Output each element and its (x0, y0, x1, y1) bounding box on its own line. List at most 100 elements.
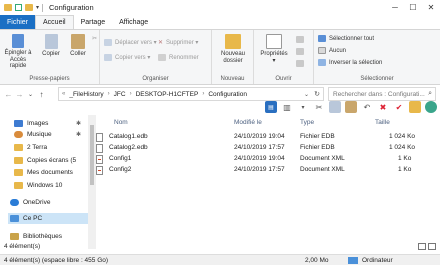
nav-item-musique[interactable]: Musique ✱ (14, 129, 81, 140)
nav-item-mes-documents[interactable]: Mes documents (14, 167, 73, 178)
checkmark-icon[interactable]: ✔ (393, 101, 405, 113)
breadcrumb-item[interactable]: _FileHistory (69, 91, 103, 98)
details-view-icon[interactable] (418, 243, 426, 250)
pin-icon[interactable]: ✱ (76, 120, 81, 127)
cut-icon[interactable]: ✂ (313, 101, 325, 113)
copy-to-icon (104, 54, 112, 61)
file-name: Config1 (109, 155, 132, 162)
group-label-nouveau: Nouveau (220, 76, 245, 82)
file-modified: 24/10/2019 19:04 (234, 133, 285, 140)
details-view-icon[interactable]: ▤ (265, 101, 277, 113)
table-row[interactable]: Config1 24/10/2019 19:04 Document XML 1 … (96, 153, 440, 164)
delete-icon[interactable]: ✖ (377, 101, 389, 113)
maximize-icon[interactable]: ☐ (404, 0, 422, 15)
window-title: Configuration (49, 3, 94, 12)
nav-label: Images (27, 120, 49, 127)
group-selectionner: Sélectionner tout Aucun Inverser la séle… (314, 30, 440, 84)
window-controls: ─ ☐ ✕ (386, 0, 440, 15)
select-all-icon (318, 35, 326, 42)
status-bar: 4 élément(s) (espace libre : 455 Go) 2,0… (0, 254, 440, 265)
tab-partage[interactable]: Partage (74, 15, 113, 29)
scrollbar-thumb[interactable] (90, 125, 94, 185)
properties-quick-icon[interactable] (15, 4, 22, 11)
pin-icon (12, 34, 24, 48)
recent-chevron-icon[interactable]: ⌄ (25, 91, 36, 98)
invert-selection-button[interactable]: Inverser la sélection (318, 59, 382, 66)
rename-button[interactable]: Renommer (158, 54, 199, 61)
large-icons-view-icon[interactable] (428, 243, 436, 250)
breadcrumb-separator-icon: › (129, 91, 132, 97)
select-none-label: Aucun (329, 47, 347, 54)
preview-pane-icon[interactable]: ▥ (281, 101, 293, 113)
file-name: Config2 (109, 166, 132, 173)
forward-icon[interactable]: → (14, 90, 25, 99)
column-header-type[interactable]: Type (300, 116, 314, 128)
open-icon[interactable] (296, 36, 304, 43)
move-to-button[interactable]: Déplacer vers ▾ (104, 39, 157, 46)
rename-label: Renommer (169, 54, 199, 61)
close-icon[interactable]: ✕ (422, 0, 440, 15)
chevron-down-icon[interactable]: ▾ (36, 4, 39, 11)
paste-icon[interactable] (345, 101, 357, 113)
overflow-chevron-icon[interactable]: « (62, 91, 65, 97)
properties-button[interactable]: Propriétés ▾ (258, 34, 290, 64)
status-location: Ordinateur (362, 257, 393, 264)
cut-icon[interactable]: ✂ (92, 35, 97, 42)
tab-accueil[interactable]: Accueil (35, 15, 74, 29)
table-row[interactable]: Catalog1.edb 24/10/2019 19:04 Fichier ED… (96, 131, 440, 142)
new-folder-button[interactable]: Nouveau dossier (216, 34, 250, 64)
new-folder-quick-icon[interactable] (25, 4, 33, 11)
up-icon[interactable]: ↑ (36, 90, 47, 99)
file-modified: 24/10/2019 17:57 (234, 144, 285, 151)
column-header-size[interactable]: Taille (375, 116, 390, 128)
chevron-down-icon[interactable]: ▾ (297, 101, 309, 113)
column-header-modified[interactable]: Modifié le (234, 116, 262, 128)
new-folder-icon[interactable] (409, 101, 421, 113)
nav-item-images[interactable]: Images ✱ (14, 118, 81, 129)
paste-label: Coller (70, 51, 86, 57)
file-icon (96, 144, 103, 153)
new-folder-label: Nouveau dossier (220, 51, 246, 64)
tab-affichage[interactable]: Affichage (112, 15, 155, 29)
minimize-icon[interactable]: ─ (386, 0, 404, 15)
nav-label: Ce PC (23, 215, 43, 222)
tab-fichier[interactable]: Fichier (0, 15, 36, 29)
address-dropdown-icon[interactable]: ⌄ (304, 91, 309, 98)
file-type: Document XML (300, 155, 345, 162)
table-row[interactable]: Config2 24/10/2019 17:57 Document XML 1 … (96, 164, 440, 175)
nav-item-bibliotheques[interactable]: Bibliothèques (10, 231, 62, 242)
pin-icon[interactable]: ✱ (76, 131, 81, 138)
breadcrumb-item[interactable]: DESKTOP-H1CFTEP (136, 91, 199, 98)
history-icon[interactable] (296, 60, 304, 67)
back-icon[interactable]: ← (3, 90, 14, 99)
search-icon[interactable]: ⌕ (428, 90, 432, 98)
nav-item-windows-10[interactable]: Windows 10 (14, 180, 62, 191)
file-modified: 24/10/2019 17:57 (234, 166, 285, 173)
pin-quick-access-button[interactable]: Épingler à Accès rapide (3, 34, 33, 70)
select-none-button[interactable]: Aucun (318, 47, 346, 54)
column-header-name[interactable]: Nom (114, 116, 128, 128)
edit-icon[interactable] (296, 48, 304, 55)
file-icon (96, 133, 103, 142)
nav-item-ce-pc[interactable]: Ce PC (8, 213, 88, 224)
nav-item-2-terra[interactable]: 2 Terra (14, 142, 47, 153)
nav-scrollbar[interactable] (88, 115, 96, 249)
group-label-ouvrir: Ouvrir (275, 76, 292, 82)
paste-button[interactable]: Coller (66, 34, 90, 58)
copy-to-button[interactable]: Copier vers ▾ (104, 54, 150, 61)
undo-icon[interactable]: ↶ (361, 101, 373, 113)
globe-icon[interactable] (425, 101, 437, 113)
nav-item-onedrive[interactable]: OneDrive (10, 197, 50, 208)
select-all-button[interactable]: Sélectionner tout (318, 35, 374, 42)
delete-button[interactable]: ✕ Supprimer ▾ (158, 39, 198, 46)
refresh-icon[interactable]: ↻ (314, 90, 320, 98)
group-presse-papiers: Épingler à Accès rapide Copier Coller ✂ … (0, 30, 100, 84)
breadcrumb-item[interactable]: Configuration (208, 91, 247, 98)
nav-item-copies-ecrans[interactable]: Copies écrans (5 (14, 155, 76, 166)
breadcrumb-item[interactable]: JFC (114, 91, 126, 98)
copy-icon[interactable] (329, 101, 341, 113)
copy-button[interactable]: Copier (40, 34, 62, 58)
select-none-icon (318, 47, 326, 54)
table-row[interactable]: Catalog2.edb 24/10/2019 17:57 Fichier ED… (96, 142, 440, 153)
invert-selection-icon (318, 59, 326, 66)
